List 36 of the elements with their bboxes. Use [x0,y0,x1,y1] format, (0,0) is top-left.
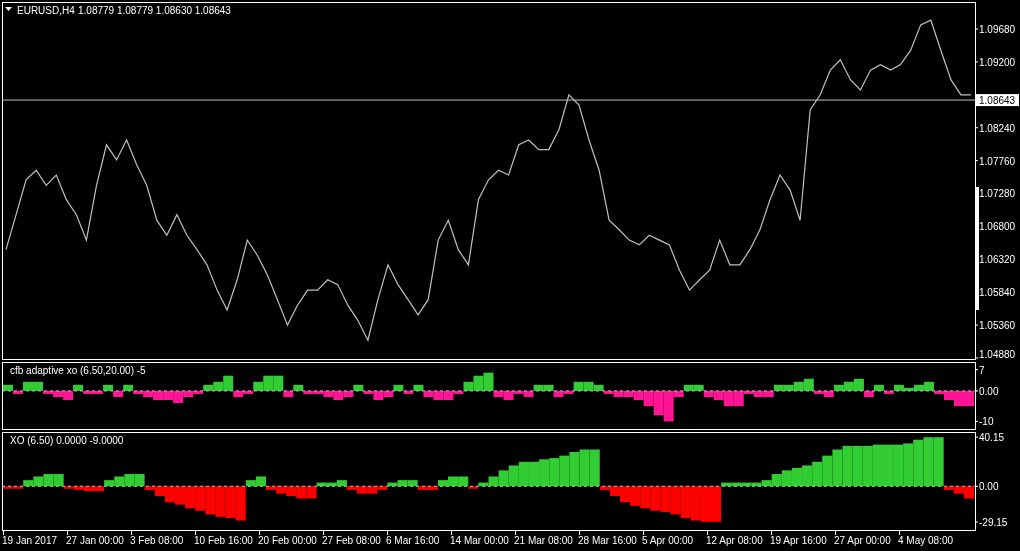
axis-label: 1.07760 [979,155,1016,167]
time-label: 12 Apr 08:00 [706,535,763,547]
axis-label: 1.07280 [979,188,1016,200]
time-label: 21 Mar 08:00 [514,535,573,547]
axis-label: 7 [979,364,985,376]
symbol-label: EURUSD,H4 [17,5,75,16]
current-price-tag: 1.08643 [976,94,1019,107]
axis-label: 1.09200 [979,56,1016,68]
time-label: 27 Apr 00:00 [834,535,891,547]
axis-label: 1.08240 [979,122,1016,134]
axis-label: 1.06800 [979,221,1016,233]
axis-label: 0.00 [979,385,999,397]
time-label: 6 Mar 16:00 [386,535,440,547]
axis-label: -10 [979,416,994,428]
axis-label: 1.04880 [979,349,1016,360]
time-label: 19 Jan 2017 [2,535,58,547]
axis-label: 1.05360 [979,320,1016,332]
axis-label: -29.15 [979,517,1008,528]
time-label: 28 Mar 16:00 [578,535,637,547]
axis-label: 1.05840 [979,287,1016,299]
time-label: 5 Apr 00:00 [642,535,694,547]
time-label: 19 Apr 16:00 [770,535,827,547]
axis-label: 40.15 [979,432,1005,444]
time-label: 20 Feb 00:00 [258,535,317,547]
axis-label: 1.06320 [979,254,1016,266]
time-label: 27 Feb 08:00 [322,535,381,547]
time-label: 4 May 08:00 [898,535,954,547]
time-label: 10 Feb 16:00 [194,535,253,547]
axis-label: 1.09680 [979,24,1016,35]
indicator-title: XO (6.50) 0.0000 -9.0000 [10,435,124,446]
time-label: 27 Jan 00:00 [66,535,124,547]
time-label: 3 Feb 08:00 [130,535,184,547]
indicator-title: cfb adaptive xo (6.50,20.00) -5 [10,365,146,376]
time-label: 14 Mar 00:00 [450,535,509,547]
quote-values: 1.08779 1.08779 1.08630 1.08643 [78,5,231,16]
axis-label: 0.00 [979,481,999,493]
